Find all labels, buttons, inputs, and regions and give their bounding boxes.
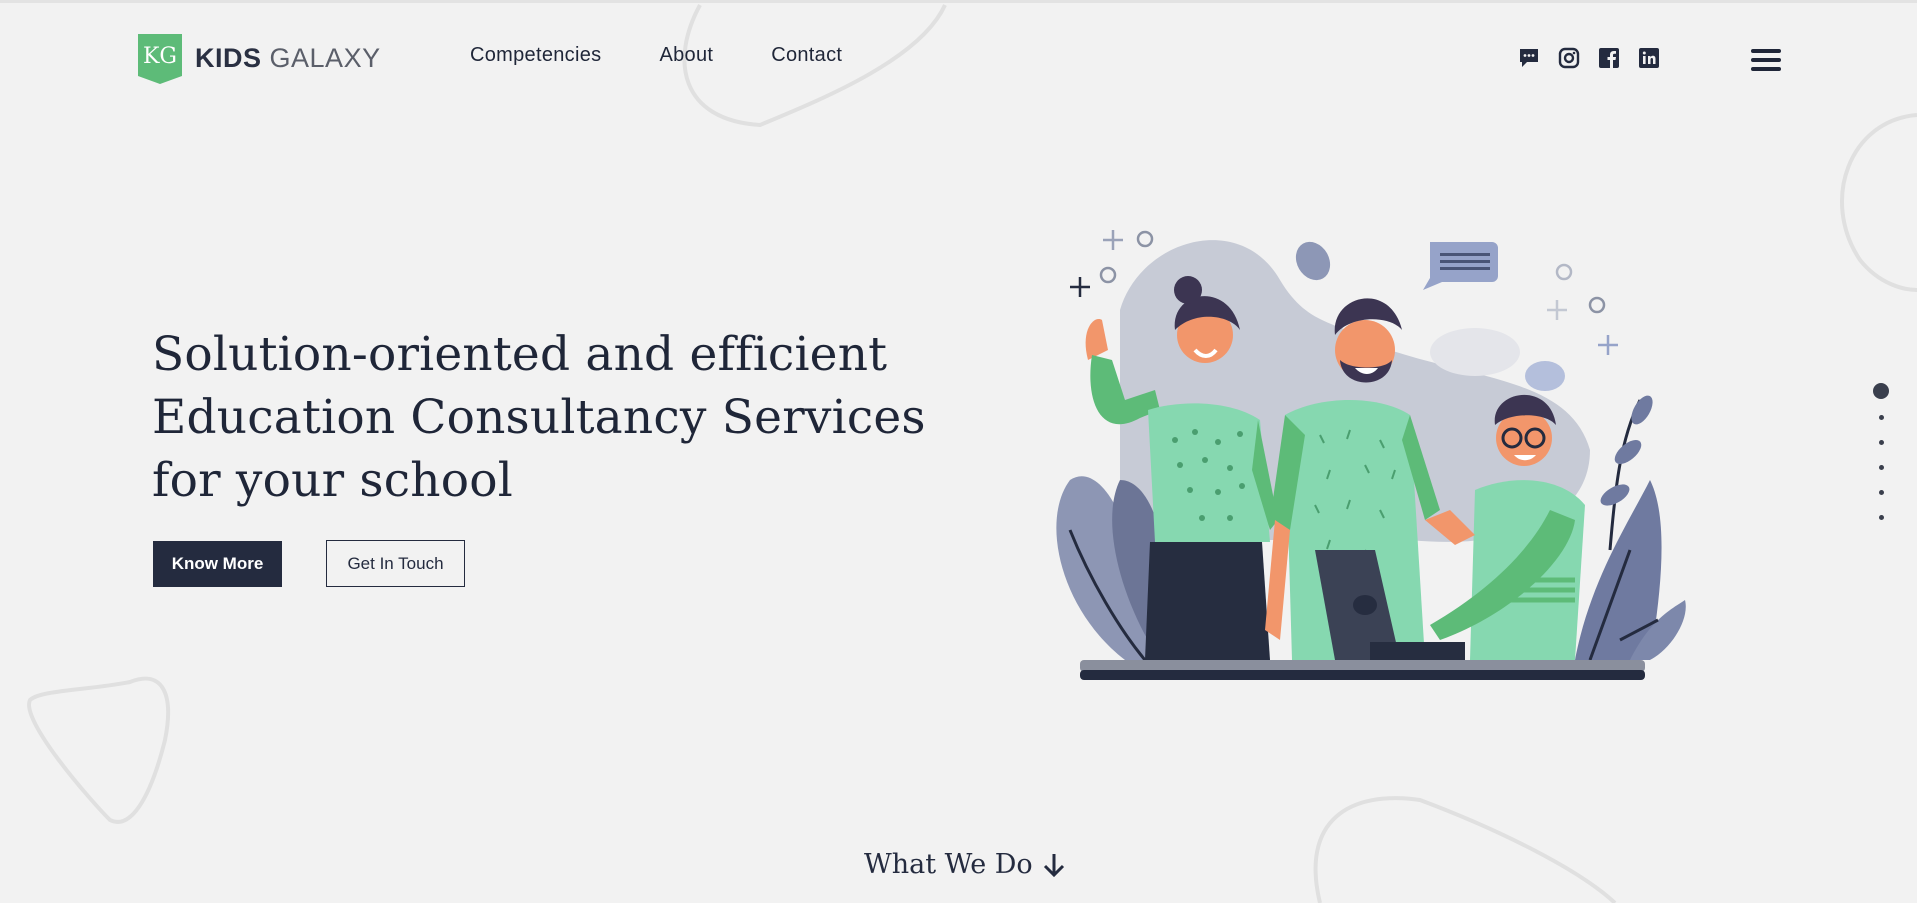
hero-headline: Solution-oriented and efficient Educatio… — [152, 323, 926, 512]
hamburger-menu-icon[interactable] — [1751, 49, 1781, 73]
pagination-dot-1[interactable] — [1873, 383, 1889, 399]
pagination-dot-5[interactable] — [1878, 490, 1884, 495]
logo-badge-text: KG — [143, 44, 177, 69]
facebook-icon[interactable] — [1598, 47, 1620, 69]
instagram-icon[interactable] — [1558, 47, 1580, 69]
nav-link-about[interactable]: About — [659, 44, 713, 67]
social-links — [1518, 47, 1660, 69]
linkedin-icon[interactable] — [1638, 47, 1660, 69]
chat-icon[interactable] — [1518, 47, 1540, 69]
nav-link-competencies[interactable]: Competencies — [470, 44, 601, 67]
pagination-dot-2[interactable] — [1878, 415, 1884, 420]
logo-badge: KG — [136, 34, 184, 84]
logo[interactable]: KG KIDS GALAXY — [136, 34, 381, 84]
pagination-dot-6[interactable] — [1878, 515, 1884, 520]
logo-name-light: GALAXY — [269, 42, 381, 73]
know-more-button[interactable]: Know More — [153, 541, 282, 587]
logo-wordmark: KIDS GALAXY — [195, 43, 381, 74]
headline-line-3: for your school — [152, 453, 513, 508]
get-in-touch-button[interactable]: Get In Touch — [326, 540, 465, 587]
nav-link-contact[interactable]: Contact — [771, 44, 842, 67]
arrow-down-icon — [1043, 853, 1064, 877]
what-we-do-link[interactable]: What We Do — [864, 849, 1065, 880]
team-illustration — [1056, 230, 1686, 680]
slide-pagination — [1873, 383, 1889, 540]
pagination-dot-4[interactable] — [1878, 465, 1884, 470]
pagination-dot-3[interactable] — [1878, 440, 1884, 445]
logo-name-bold: KIDS — [195, 42, 262, 73]
main-nav: Competencies About Contact — [470, 44, 900, 67]
headline-line-1: Solution-oriented and efficient — [152, 327, 888, 382]
headline-line-2: Education Consultancy Services — [152, 390, 926, 445]
what-we-do-label: What We Do — [864, 849, 1033, 880]
